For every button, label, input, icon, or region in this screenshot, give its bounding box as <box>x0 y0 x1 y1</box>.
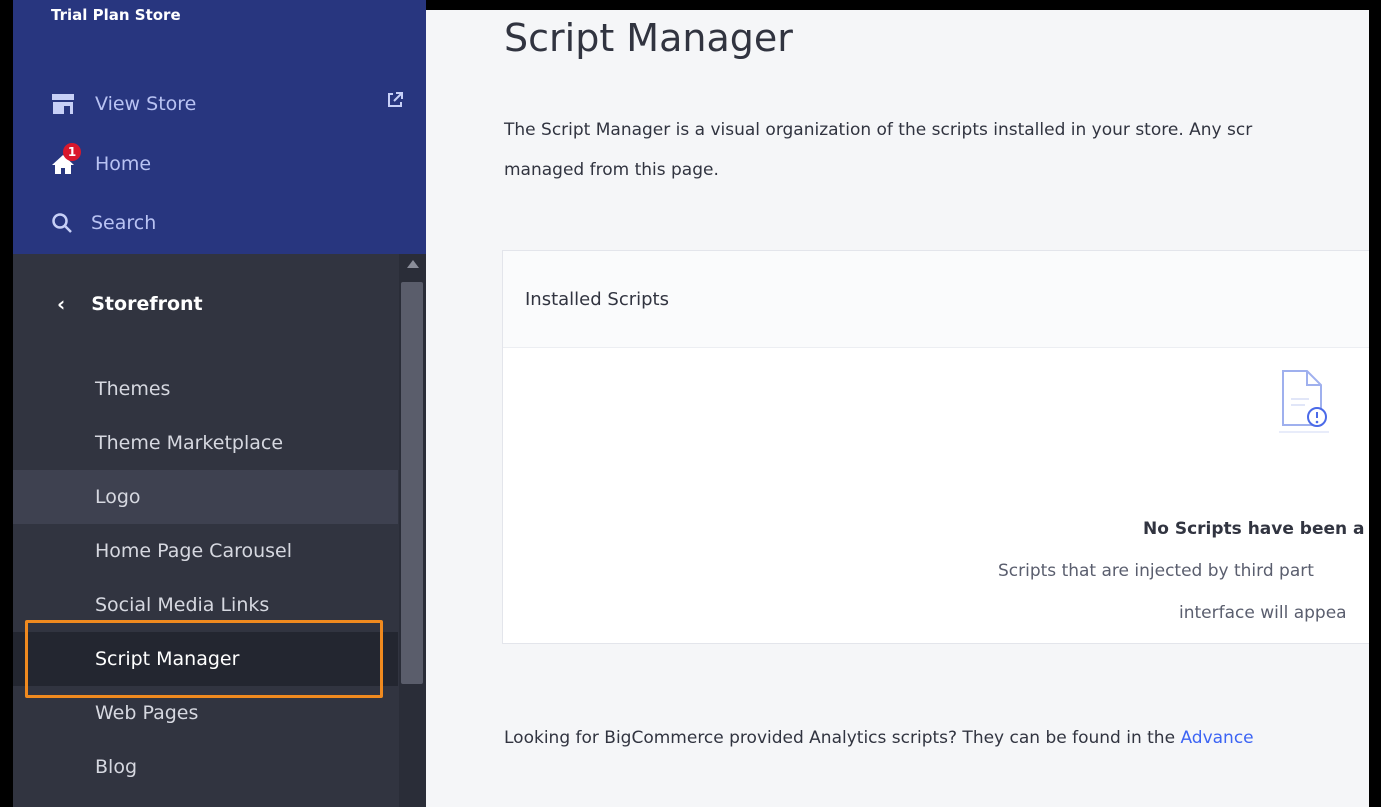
nav-item-social-media-links[interactable]: Social Media Links <box>13 578 398 632</box>
nav-item-label: Script Manager <box>95 648 240 670</box>
nav-item-label: Themes <box>95 378 171 400</box>
search-link[interactable]: Search <box>51 208 156 238</box>
sidebar-scrollbar[interactable] <box>399 254 426 807</box>
notification-badge: 1 <box>63 143 81 161</box>
description-line-2: managed from this page. <box>504 160 719 180</box>
document-warning-icon <box>1279 369 1329 439</box>
empty-state-text-line-2: interface will appea <box>1179 603 1347 623</box>
external-link-icon[interactable] <box>387 92 403 113</box>
sidebar: Trial Plan Store View Store 1 Home Searc… <box>13 0 426 807</box>
section-title: Storefront <box>91 293 203 315</box>
view-store-link[interactable]: View Store <box>51 89 196 119</box>
store-name: Trial Plan Store <box>51 6 181 24</box>
nav-item-script-manager[interactable]: Script Manager <box>13 632 398 686</box>
screenshot-frame-right <box>1369 0 1381 807</box>
main-content: Script Manager The Script Manager is a v… <box>426 10 1369 807</box>
view-store-label: View Store <box>95 93 197 115</box>
nav-item-logo[interactable]: Logo <box>13 470 398 524</box>
nav-item-label: Logo <box>95 486 141 508</box>
card-header: Installed Scripts <box>503 251 1369 348</box>
page-description: The Script Manager is a visual organizat… <box>504 110 1369 190</box>
home-label: Home <box>95 153 152 175</box>
nav-item-home-page-carousel[interactable]: Home Page Carousel <box>13 524 398 578</box>
advanced-settings-link[interactable]: Advance <box>1180 728 1253 748</box>
page-title: Script Manager <box>504 16 793 60</box>
nav-item-label: Theme Marketplace <box>95 432 284 454</box>
screenshot-frame-left <box>0 0 13 807</box>
scroll-up-arrow-icon[interactable] <box>407 260 419 268</box>
storefront-back-link[interactable]: ‹ Storefront <box>57 292 203 316</box>
storefront-icon <box>51 91 79 117</box>
nav-item-blog[interactable]: Blog <box>13 740 398 794</box>
nav-item-label: Home Page Carousel <box>95 540 293 562</box>
nav-item-label: Blog <box>95 756 137 778</box>
nav-item-theme-marketplace[interactable]: Theme Marketplace <box>13 416 398 470</box>
nav-item-web-pages[interactable]: Web Pages <box>13 686 398 740</box>
analytics-note: Looking for BigCommerce provided Analyti… <box>504 728 1254 748</box>
home-icon: 1 <box>51 143 81 177</box>
home-link[interactable]: 1 Home <box>51 143 152 179</box>
nav-item-themes[interactable]: Themes <box>13 362 398 416</box>
chevron-left-icon: ‹ <box>57 292 66 316</box>
search-label: Search <box>91 212 157 234</box>
nav-item-label: Social Media Links <box>95 594 270 616</box>
empty-state-title: No Scripts have been a <box>1143 519 1365 539</box>
description-line-1: The Script Manager is a visual organizat… <box>504 120 1253 140</box>
nav-item-label: Web Pages <box>95 702 199 724</box>
sidebar-header: Trial Plan Store View Store 1 Home Searc… <box>13 0 426 254</box>
empty-state-text-line-1: Scripts that are injected by third part <box>998 561 1314 581</box>
search-icon <box>51 210 79 236</box>
analytics-note-text: Looking for BigCommerce provided Analyti… <box>504 728 1181 748</box>
installed-scripts-card: Installed Scripts No Scripts have been a… <box>502 250 1369 644</box>
scrollbar-thumb[interactable] <box>401 282 423 684</box>
